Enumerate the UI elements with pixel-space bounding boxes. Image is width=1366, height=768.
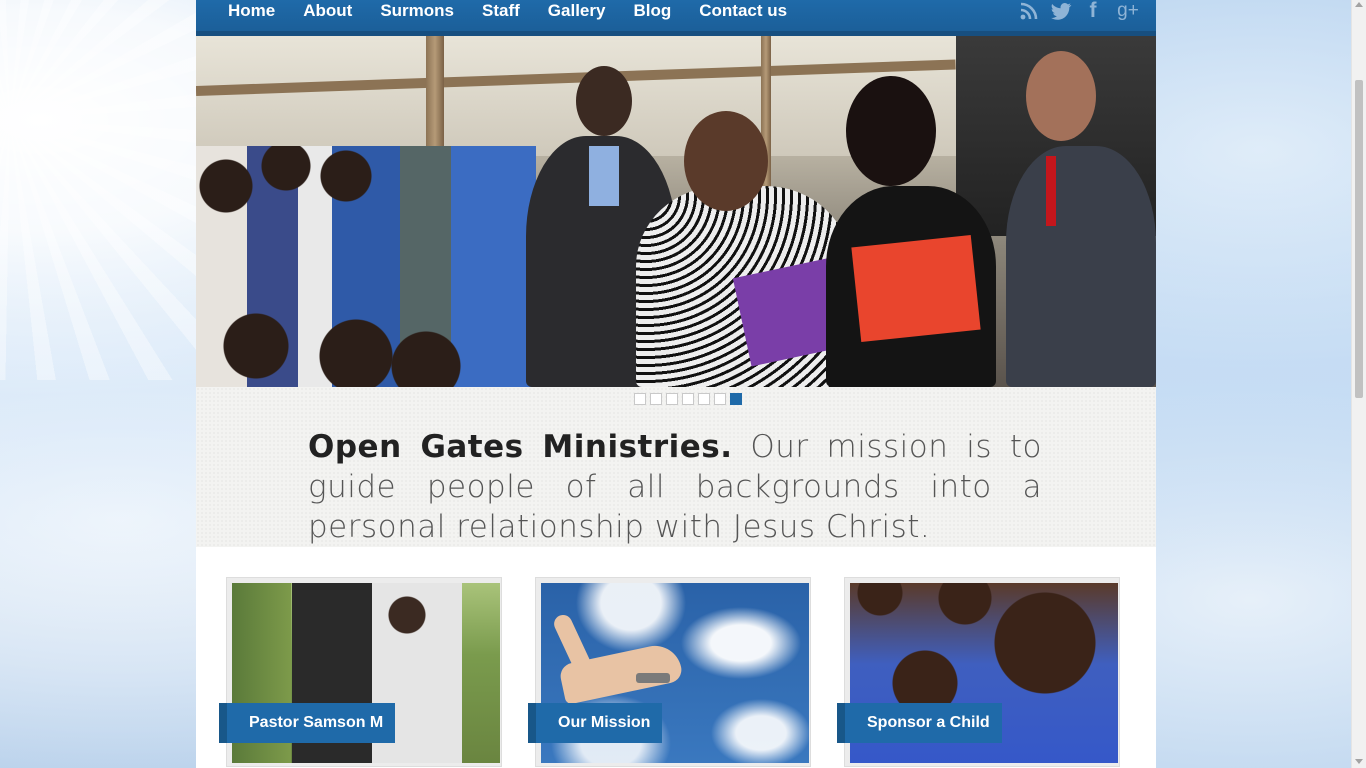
card-pastor[interactable]: Pastor Samson M [219, 577, 502, 767]
slider-dot[interactable] [697, 393, 710, 405]
mission-statement: Open Gates Ministries. Our mission is to… [308, 427, 1042, 547]
woman-right-head [846, 76, 936, 186]
nav-contact-us[interactable]: Contact us [685, 0, 801, 24]
card-mission[interactable]: Our Mission [528, 577, 811, 767]
slider-dot[interactable] [665, 393, 678, 405]
nav-links: Home About Surmons Staff Gallery Blog Co… [228, 0, 801, 24]
scroll-down-arrow-icon[interactable] [1355, 759, 1363, 764]
man-shirt [589, 146, 619, 206]
background-sun-rays [0, 0, 196, 380]
thumb-shape [551, 612, 593, 674]
slider-pagination [196, 393, 1156, 409]
main-navbar: Home About Surmons Staff Gallery Blog Co… [196, 0, 1156, 36]
nav-gallery[interactable]: Gallery [534, 0, 620, 24]
social-icons: f g+ [1018, 0, 1142, 21]
woman-head [684, 111, 768, 211]
facebook-icon[interactable]: f [1082, 0, 1104, 21]
scroll-up-arrow-icon[interactable] [1355, 2, 1363, 7]
nav-home[interactable]: Home [228, 0, 289, 24]
slider-dot[interactable] [649, 393, 662, 405]
red-folders [851, 234, 981, 343]
card-label-sponsor[interactable]: Sponsor a Child [837, 703, 1002, 743]
page-container: Home About Surmons Staff Gallery Blog Co… [196, 0, 1156, 768]
card-label-pastor[interactable]: Pastor Samson M [219, 703, 396, 743]
crowd-of-children [196, 146, 536, 387]
nav-surmons[interactable]: Surmons [366, 0, 468, 24]
hero-slider-image [196, 36, 1156, 387]
man-head [576, 66, 632, 136]
ministry-name: Open Gates Ministries. [308, 429, 733, 465]
slider-dot[interactable] [681, 393, 694, 405]
man-right-head [1026, 51, 1096, 141]
nav-blog[interactable]: Blog [619, 0, 685, 24]
red-tie [1046, 156, 1056, 226]
nav-staff[interactable]: Staff [468, 0, 534, 24]
man-grey-suit [1006, 146, 1156, 387]
feature-cards: Pastor Samson M Our Mission Sponsor a Ch… [196, 547, 1156, 768]
card-sponsor[interactable]: Sponsor a Child [837, 577, 1120, 767]
scrollbar-thumb[interactable] [1355, 80, 1363, 398]
key-shape [636, 673, 670, 683]
twitter-icon[interactable] [1050, 1, 1072, 21]
vertical-scrollbar[interactable] [1351, 0, 1366, 768]
mission-statement-section: Open Gates Ministries. Our mission is to… [196, 387, 1156, 548]
slider-dot-active[interactable] [729, 393, 742, 405]
slider-dot[interactable] [633, 393, 646, 405]
nav-about[interactable]: About [289, 0, 366, 24]
slider-dot[interactable] [713, 393, 726, 405]
card-label-mission[interactable]: Our Mission [528, 703, 663, 743]
rss-icon[interactable] [1018, 1, 1040, 21]
google-plus-icon[interactable]: g+ [1114, 1, 1142, 21]
